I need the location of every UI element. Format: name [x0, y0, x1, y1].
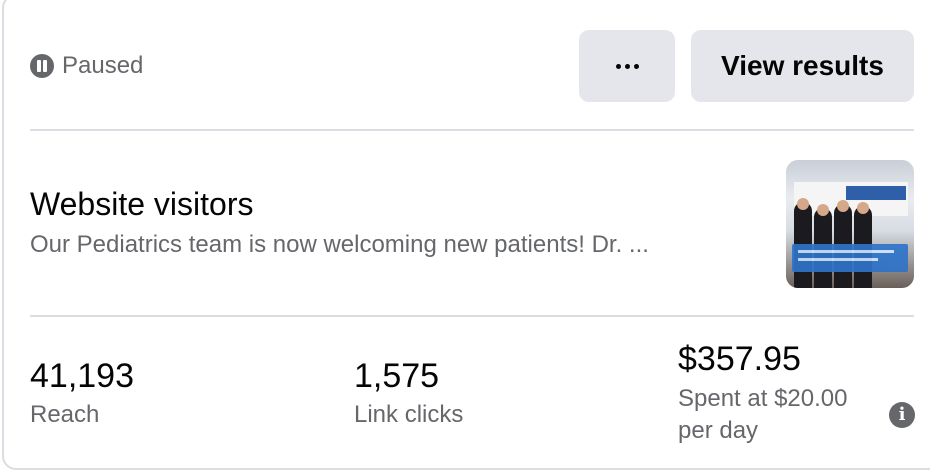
status-label: Paused	[62, 52, 144, 79]
amount-spent-label: Spent at $20.00 per day	[678, 385, 848, 444]
view-results-button[interactable]: View results	[691, 30, 914, 102]
ad-primary-text: Our Pediatrics team is now welcoming new…	[30, 231, 649, 258]
link-clicks-label: Link clicks	[354, 401, 464, 428]
divider	[30, 129, 914, 131]
info-icon[interactable]: i	[889, 402, 915, 428]
amount-spent-value: $357.95	[678, 340, 801, 378]
reach-label: Reach	[30, 401, 100, 428]
status-indicator: Paused	[30, 52, 143, 80]
reach-value: 41,193	[30, 357, 134, 395]
ad-thumbnail-image[interactable]	[786, 160, 914, 288]
link-clicks-value: 1,575	[354, 357, 440, 395]
divider	[30, 315, 914, 317]
ad-objective-title: Website visitors	[30, 186, 254, 222]
more-options-button[interactable]	[579, 30, 675, 102]
pause-circle-icon	[30, 54, 54, 78]
ellipsis-icon	[615, 63, 639, 69]
